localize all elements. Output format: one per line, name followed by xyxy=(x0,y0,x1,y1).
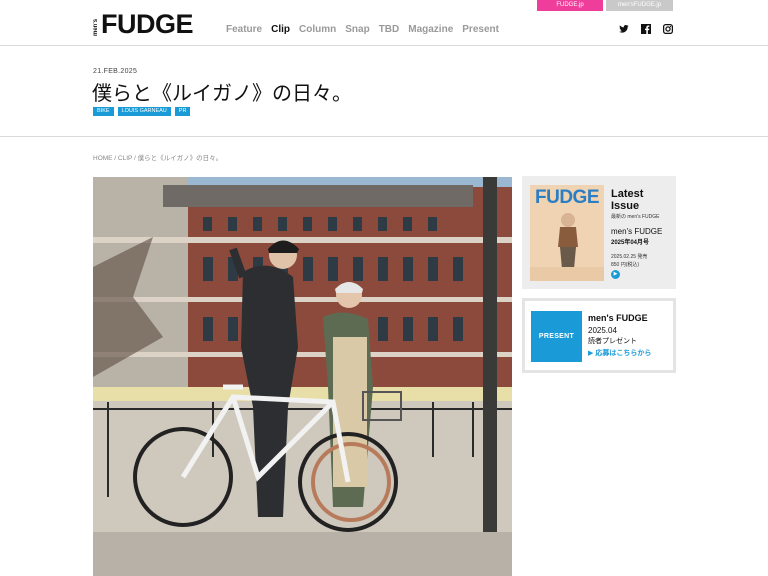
nav-feature[interactable]: Feature xyxy=(226,24,262,35)
article-date: 21.FEB.2025 xyxy=(93,68,138,75)
present-box: PRESENT xyxy=(531,311,582,362)
logo-name: FUDGE xyxy=(101,9,194,39)
twitter-icon[interactable] xyxy=(619,24,629,34)
breadcrumb[interactable]: HOME / CLIP / 僕らと《ルイガノ》の日々。 xyxy=(93,152,222,162)
facebook-icon[interactable] xyxy=(641,24,651,34)
nav-present[interactable]: Present xyxy=(462,24,499,35)
cover-title: FUDGE xyxy=(535,187,600,208)
latest-issue-price: 850 円(税込) xyxy=(611,262,640,268)
social-links xyxy=(619,24,673,34)
latest-issue-release: 2025.02.25 発売 xyxy=(611,254,648,260)
tag-louis-garneau[interactable]: LOUIS GARNEAU xyxy=(117,107,171,116)
tag-pr[interactable]: PR xyxy=(174,107,191,116)
latest-issue-number: 2025年04月号 xyxy=(611,240,650,246)
present-issue: 2025.04 xyxy=(588,326,617,335)
instagram-icon[interactable] xyxy=(663,24,673,34)
magazine-cover[interactable]: FUDGE xyxy=(530,185,604,281)
article-title: 僕らと《ルイガノ》の日々。 xyxy=(92,81,352,105)
latest-issue-subheading: 最新の men's FUDGE xyxy=(611,214,660,220)
tag-bike[interactable]: BIKE xyxy=(93,107,114,116)
nav-clip[interactable]: Clip xyxy=(271,24,290,35)
nav-magazine[interactable]: Magazine xyxy=(408,24,453,35)
play-arrow-icon[interactable]: ▶ xyxy=(611,270,620,279)
site-header: men's FUDGE Feature Clip Column Snap TBD… xyxy=(0,0,768,46)
present-banner[interactable]: PRESENT men's FUDGE 2025.04 読者プレゼント ▶ 応募… xyxy=(522,298,676,373)
logo-prefix: men's xyxy=(93,18,99,36)
present-description: 読者プレゼント xyxy=(588,338,637,345)
site-logo[interactable]: men's FUDGE xyxy=(93,9,194,39)
article-header: 21.FEB.2025 僕らと《ルイガノ》の日々。 BIKE LOUIS GAR… xyxy=(0,46,768,137)
article-main-photo xyxy=(93,177,512,576)
main-nav: Feature Clip Column Snap TBD Magazine Pr… xyxy=(226,24,508,35)
latest-issue-card[interactable]: FUDGE Latest Issue 最新の men's FUDGE men's… xyxy=(522,176,676,289)
article-tags: BIKE LOUIS GARNEAU PR xyxy=(93,107,191,116)
present-magazine: men's FUDGE xyxy=(588,313,648,323)
present-apply-link[interactable]: ▶ 応募はこちらから xyxy=(588,348,651,358)
latest-issue-magazine: men's FUDGE xyxy=(611,227,663,236)
latest-issue-heading: Latest Issue xyxy=(611,188,644,212)
nav-tbd[interactable]: TBD xyxy=(379,24,400,35)
nav-column[interactable]: Column xyxy=(299,24,336,35)
nav-snap[interactable]: Snap xyxy=(345,24,369,35)
